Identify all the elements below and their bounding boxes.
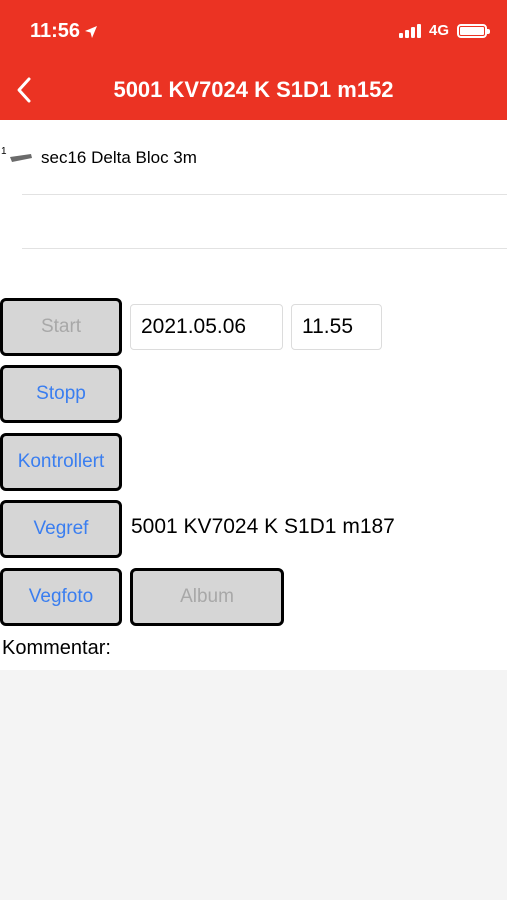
location-arrow-icon [85, 25, 98, 38]
comment-label: Kommentar: [2, 637, 111, 659]
stopp-button[interactable]: Stopp [0, 365, 122, 423]
network-label: 4G [428, 22, 449, 39]
main-content: 1 sec16 Delta Bloc 3m Start 2021.05.06 1… [0, 120, 507, 670]
time-field[interactable]: 11.55 [291, 304, 382, 350]
divider [22, 194, 507, 195]
vegref-button[interactable]: Vegref [0, 500, 122, 558]
vegref-value: 5001 KV7024 K S1D1 m187 [131, 515, 395, 538]
date-field[interactable]: 2021.05.06 [130, 304, 283, 350]
kontrollert-button[interactable]: Kontrollert [0, 433, 122, 491]
battery-icon [457, 23, 490, 38]
status-indicators: 4G [398, 22, 490, 39]
comment-area[interactable] [0, 670, 507, 900]
status-time-text: 11:56 [30, 20, 81, 42]
list-item-index: 1 [1, 146, 7, 157]
start-button[interactable]: Start [0, 298, 122, 356]
list-item-label: sec16 Delta Bloc 3m [41, 148, 197, 167]
status-time: 11:56 [30, 20, 98, 43]
app-header: 11:56 4G 5001 KV7024 K S1D1 m152 [0, 0, 507, 120]
vegfoto-button[interactable]: Vegfoto [0, 568, 122, 626]
list-item[interactable]: 1 sec16 Delta Bloc 3m [0, 144, 507, 180]
sign-icon [10, 154, 32, 162]
album-button[interactable]: Album [130, 568, 284, 626]
page-title: 5001 KV7024 K S1D1 m152 [113, 77, 394, 102]
signal-icon [398, 23, 421, 38]
divider [22, 248, 507, 249]
